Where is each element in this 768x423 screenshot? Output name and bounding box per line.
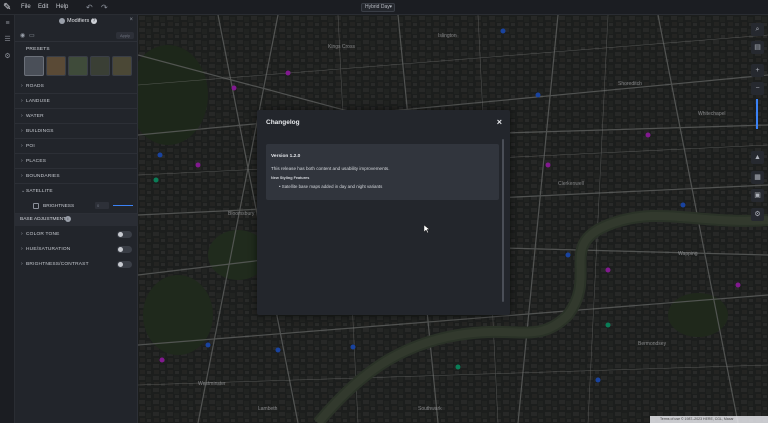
preset-thumbnail[interactable] <box>46 56 66 76</box>
help-icon[interactable]: ? <box>91 18 97 24</box>
menu-file[interactable]: File <box>21 2 31 13</box>
gear-icon[interactable]: ⚙ <box>751 208 764 221</box>
section-label: POI <box>26 144 35 149</box>
folder-icon[interactable]: ▭ <box>29 32 35 39</box>
panel-title: Modifiers <box>67 18 90 24</box>
features-heading: New Styling Features <box>271 176 310 180</box>
section-label: BUILDINGS <box>26 129 54 134</box>
preset-thumbnail[interactable] <box>24 56 44 76</box>
chevron-right-icon: › <box>21 158 23 164</box>
chevron-right-icon: › <box>21 246 23 252</box>
close-icon[interactable]: × <box>129 17 133 23</box>
adjustment-label: BRIGHTNESS/CONTRAST <box>26 262 89 267</box>
adjustment-brightness-contrast[interactable]: › BRIGHTNESS/CONTRAST <box>15 257 138 272</box>
zoom-out-icon[interactable]: − <box>751 82 764 95</box>
section-poi[interactable]: › POI <box>15 139 138 154</box>
modifiers-icon <box>59 18 65 24</box>
grid-icon[interactable]: ▦ <box>751 171 764 184</box>
section-label: ROADS <box>26 84 45 89</box>
preset-thumbnail[interactable] <box>90 56 110 76</box>
menu-help[interactable]: Help <box>56 2 68 13</box>
map-controls: ⌕ ▤ + − ▲ ▦ ▣ ⚙ <box>749 15 768 225</box>
chevron-right-icon: › <box>21 113 23 119</box>
toggle-switch[interactable] <box>117 246 132 253</box>
dialog-title: Changelog <box>266 119 300 126</box>
adjustment-color-tone[interactable]: › COLOR TONE <box>15 227 138 242</box>
adjustment-hue-saturation[interactable]: › HUE/SATURATION <box>15 242 138 257</box>
mouse-cursor <box>424 225 430 234</box>
brightness-slider[interactable] <box>113 205 133 206</box>
section-roads[interactable]: › ROADS <box>15 79 138 94</box>
list-icon[interactable]: ☰ <box>3 35 12 44</box>
adjustment-label: COLOR TONE <box>26 232 60 237</box>
chevron-right-icon: › <box>21 83 23 89</box>
chevron-right-icon: › <box>21 261 23 267</box>
section-places[interactable]: › PLACES <box>15 154 138 169</box>
dialog-scrollbar[interactable] <box>502 139 504 302</box>
brightness-checkbox[interactable] <box>33 203 39 209</box>
feature-bullet: • Satellite base maps added in day and n… <box>279 184 383 189</box>
chevron-right-icon: › <box>21 143 23 149</box>
chevron-right-icon: › <box>21 98 23 104</box>
apply-button[interactable]: Apply <box>116 32 134 39</box>
base-adjustments-header: BASE ADJUSTMENTS i <box>15 214 138 226</box>
layers-icon[interactable]: ▤ <box>751 41 764 54</box>
preset-thumbnail[interactable] <box>68 56 88 76</box>
presets-title: PRESETS <box>26 47 50 52</box>
section-landuse[interactable]: › LANDUSE <box>15 94 138 109</box>
brightness-row: BRIGHTNESS 0 <box>15 199 138 214</box>
map-style-select[interactable]: Hybrid Day ▾ <box>361 3 395 12</box>
changelog-entry: Version 1.2.0 This release has both cont… <box>266 144 499 200</box>
brightness-input[interactable]: 0 <box>95 202 109 209</box>
zoom-slider[interactable] <box>756 99 758 129</box>
section-water[interactable]: › WATER <box>15 109 138 124</box>
menu-edit[interactable]: Edit <box>38 2 48 13</box>
layers-icon[interactable]: ≡ <box>3 19 12 28</box>
feature-text: Satellite base maps added in day and nig… <box>281 184 383 189</box>
info-icon[interactable]: i <box>65 216 71 222</box>
chevron-right-icon: › <box>21 128 23 134</box>
brightness-label: BRIGHTNESS <box>43 204 75 209</box>
panel-header: Modifiers ? × <box>15 15 138 28</box>
chevron-down-icon: ▾ <box>389 4 392 10</box>
section-satellite[interactable]: ⌄ SATELLITE <box>15 184 138 199</box>
base-adjustments-title: BASE ADJUSTMENTS <box>20 217 70 222</box>
preset-thumbnail[interactable] <box>112 56 132 76</box>
map-style-value: Hybrid Day <box>365 4 390 10</box>
close-icon[interactable]: × <box>497 117 502 127</box>
section-label: LANDUSE <box>26 99 51 104</box>
release-description: This release has both content and usabil… <box>271 166 390 171</box>
undo-icon[interactable]: ↶ <box>86 2 93 13</box>
zoom-in-icon[interactable]: + <box>751 64 764 77</box>
settings-icon[interactable]: ⚙ <box>3 52 12 61</box>
chevron-right-icon: › <box>21 231 23 237</box>
version-heading: Version 1.2.0 <box>271 154 301 159</box>
section-label: WATER <box>26 114 44 119</box>
section-buildings[interactable]: › BUILDINGS <box>15 124 138 139</box>
eye-icon[interactable]: ◉ <box>20 32 25 39</box>
compass-icon[interactable]: ▲ <box>751 151 764 164</box>
image-icon[interactable]: ▣ <box>751 189 764 202</box>
map-attribution[interactable]: Terms of use © 1987–2023 HERE, CGL, Maxa… <box>650 416 768 423</box>
pencil-icon[interactable]: ✎ <box>3 2 14 13</box>
chevron-right-icon: › <box>21 173 23 179</box>
section-label: BOUNDARIES <box>26 174 60 179</box>
redo-icon[interactable]: ↷ <box>101 2 108 13</box>
top-menu-bar: ✎ File Edit Help ↶ ↷ Hybrid Day ▾ <box>0 0 768 15</box>
section-label: PLACES <box>26 159 47 164</box>
changelog-dialog: Changelog × Version 1.2.0 This release h… <box>257 110 510 315</box>
chevron-down-icon: ⌄ <box>21 188 26 194</box>
presets-list <box>24 56 134 76</box>
adjustment-label: HUE/SATURATION <box>26 247 71 252</box>
left-rail: ≡ ☰ ⚙ <box>0 15 15 423</box>
section-label: SATELLITE <box>26 189 53 194</box>
section-boundaries[interactable]: › BOUNDARIES <box>15 169 138 184</box>
toggle-switch[interactable] <box>117 261 132 268</box>
toggle-switch[interactable] <box>117 231 132 238</box>
panel-toolbar: ◉ ▭ Apply <box>15 30 138 42</box>
modifiers-panel: Modifiers ? × ◉ ▭ Apply PRESETS › ROADS ›… <box>15 15 138 423</box>
search-icon[interactable]: ⌕ <box>751 23 764 36</box>
